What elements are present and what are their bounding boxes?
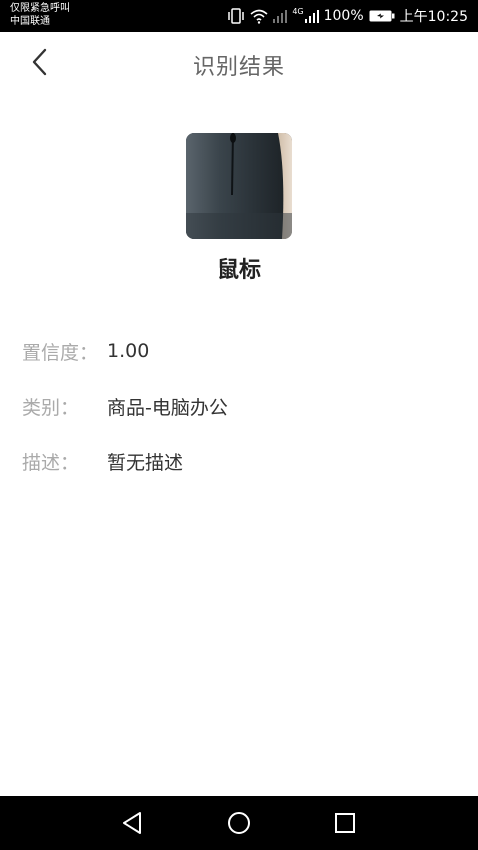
carrier-line-name: 中国联通 (10, 16, 50, 27)
description-value: 暂无描述 (107, 451, 184, 474)
status-bar: 仅限紧急呼叫 中国联通 4G 100% 上午10:25 (0, 0, 478, 32)
clock: 上午10:25 (399, 9, 468, 25)
nav-home-button[interactable] (224, 808, 254, 838)
triangle-back-icon (123, 812, 141, 834)
description-row: 描述： 暂无描述 (22, 446, 183, 476)
header: 识别结果 (0, 32, 478, 92)
result-photo[interactable] (186, 133, 292, 239)
carrier-line-emergency: 仅限紧急呼叫 (10, 3, 70, 14)
nav-recents-button[interactable] (330, 808, 360, 838)
circle-home-icon (228, 812, 250, 834)
status-icons: 4G 100% 上午10:25 (227, 6, 468, 26)
battery-percent: 100% (323, 8, 364, 24)
category-label: 类别： (22, 396, 80, 419)
category-row: 类别： 商品-电脑办公 (22, 391, 228, 421)
recognition-result-screen: 仅限紧急呼叫 中国联通 4G 100% 上午10:25 识别结果 鼠标 置信度：… (0, 0, 478, 850)
page-title: 识别结果 (192, 55, 285, 80)
confidence-row: 置信度： 1.00 (22, 336, 149, 366)
square-recents-icon (335, 813, 355, 833)
object-name: 鼠标 (216, 258, 261, 283)
wifi-icon (250, 8, 268, 24)
carrier-info: 仅限紧急呼叫 中国联通 (10, 2, 70, 28)
sim-signal-empty-icon (273, 9, 288, 23)
nav-back-button[interactable] (117, 808, 147, 838)
battery-charging-icon (369, 9, 395, 23)
category-value: 商品-电脑办公 (107, 396, 228, 419)
cell-signal-icon (304, 9, 319, 23)
network-type-label: 4G (292, 6, 304, 16)
vibrate-icon (227, 8, 245, 24)
confidence-label: 置信度： (22, 341, 99, 364)
confidence-value: 1.00 (107, 340, 150, 362)
system-nav-bar (0, 796, 478, 850)
description-label: 描述： (22, 451, 80, 474)
